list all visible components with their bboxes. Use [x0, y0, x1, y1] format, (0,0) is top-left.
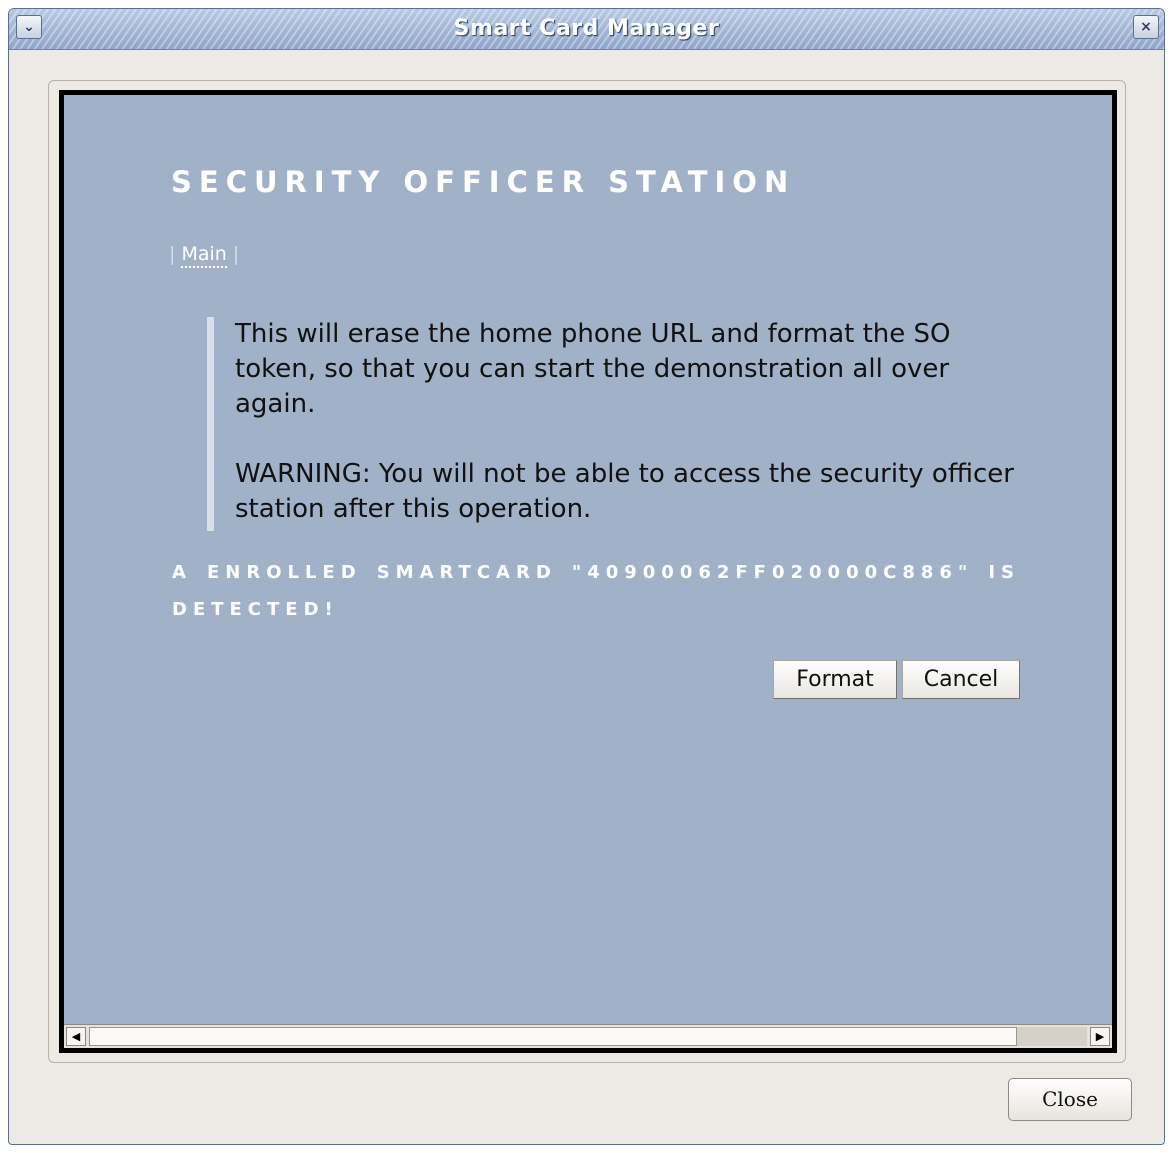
left-arrow-icon: ◀ — [71, 1030, 81, 1043]
window-title: Smart Card Manager — [453, 16, 720, 41]
smart-card-manager-window: ⌄ Smart Card Manager × SECURITY OFFICER … — [8, 8, 1165, 1145]
message-paragraph: This will erase the home phone URL and f… — [235, 319, 951, 419]
nav-link-main[interactable]: Main — [181, 243, 227, 268]
close-button[interactable]: Close — [1008, 1078, 1132, 1121]
nav-separator: | — [232, 243, 240, 265]
web-view: SECURITY OFFICER STATION | Main | This w… — [59, 90, 1117, 1053]
scroll-left-button[interactable]: ◀ — [66, 1027, 86, 1046]
scroll-right-button[interactable]: ▶ — [1090, 1027, 1110, 1046]
page-title: SECURITY OFFICER STATION — [171, 165, 796, 199]
title-bar[interactable]: ⌄ Smart Card Manager × — [9, 9, 1164, 50]
detected-card-status: A ENROLLED SMARTCARD "40900062FF020000C8… — [172, 562, 1020, 620]
scroll-track[interactable] — [1017, 1027, 1087, 1046]
nav-separator: | — [169, 243, 176, 265]
cancel-button[interactable]: Cancel — [902, 660, 1020, 699]
breadcrumb: | Main | — [169, 243, 240, 268]
right-arrow-icon: ▶ — [1095, 1030, 1105, 1043]
warning-paragraph: WARNING: You will not be able to access … — [235, 459, 1014, 524]
content-frame: SECURITY OFFICER STATION | Main | This w… — [48, 80, 1126, 1063]
message-block: This will erase the home phone URL and f… — [207, 317, 1017, 531]
scroll-thumb[interactable] — [89, 1027, 1017, 1046]
close-icon: × — [1140, 19, 1152, 35]
format-button[interactable]: Format — [773, 660, 897, 699]
horizontal-scrollbar[interactable]: ◀ ▶ — [64, 1024, 1112, 1048]
window-close-button[interactable]: × — [1133, 15, 1159, 39]
